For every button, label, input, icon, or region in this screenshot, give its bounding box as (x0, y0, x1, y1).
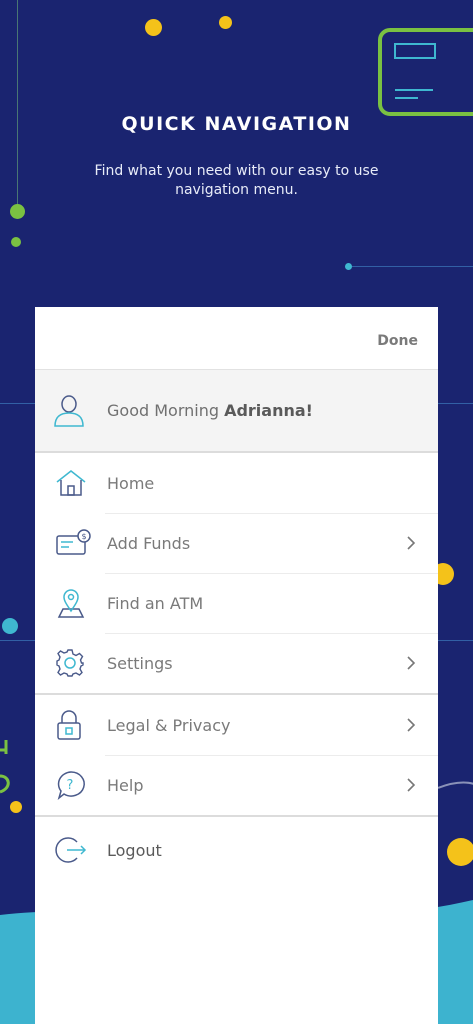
home-icon (35, 469, 105, 497)
lock-icon (35, 709, 105, 741)
menu-item-label: Find an ATM (107, 593, 204, 613)
menu-item-label: Home (107, 473, 155, 493)
svg-text:$: $ (82, 532, 87, 541)
yellow-dot (145, 19, 162, 36)
greeting-row: Good Morning Adrianna! (35, 369, 438, 453)
greeting-prefix: Good Morning (107, 401, 225, 420)
arc-decoration (438, 781, 473, 789)
teal-dot (345, 263, 352, 270)
svg-text:?: ? (67, 778, 74, 793)
done-button[interactable]: Done (377, 333, 418, 349)
navigation-menu: Done Good Morning Adrianna! Home $ Add F… (35, 307, 438, 1024)
menu-item-label: Add Funds (107, 533, 191, 553)
teal-line (352, 266, 473, 267)
user-icon (35, 394, 103, 428)
yellow-dot (219, 16, 232, 29)
card-icon (378, 28, 473, 116)
user-name: Adrianna! (224, 401, 313, 420)
help-icon: ? (35, 769, 105, 801)
logout-button[interactable]: Logout (35, 817, 438, 883)
greeting-text: Good Morning Adrianna! (103, 401, 313, 420)
logout-icon (35, 835, 105, 865)
menu-item-settings[interactable]: Settings (35, 633, 438, 693)
chevron-right-icon (396, 777, 438, 793)
menu-item-home[interactable]: Home (35, 453, 438, 513)
chevron-right-icon (396, 655, 438, 671)
chevron-right-icon (396, 535, 438, 551)
secondary-menu-section: Legal & Privacy ? Help (35, 695, 438, 817)
add-funds-icon: $ (35, 528, 105, 558)
menu-item-find-atm[interactable]: Find an ATM (35, 573, 438, 633)
green-dot (11, 237, 21, 247)
yellow-dot (10, 801, 22, 813)
map-pin-icon (35, 587, 105, 619)
menu-item-label: Legal & Privacy (107, 715, 231, 735)
green-dot (10, 204, 25, 219)
logout-label: Logout (107, 840, 162, 860)
menu-item-legal-privacy[interactable]: Legal & Privacy (35, 695, 438, 755)
menu-item-label: Settings (107, 653, 173, 673)
gear-icon (35, 648, 105, 678)
primary-menu-section: Home $ Add Funds Find an ATM Settings (35, 453, 438, 695)
menu-item-help[interactable]: ? Help (35, 755, 438, 815)
page-title: QUICK NAVIGATION (121, 113, 352, 135)
menu-item-add-funds[interactable]: $ Add Funds (35, 513, 438, 573)
menu-topbar: Done (35, 307, 438, 369)
page-subtitle: Find what you need with our easy to use … (94, 163, 379, 198)
menu-item-label: Help (107, 775, 144, 795)
green-line (17, 0, 18, 205)
teal-dot (2, 618, 18, 634)
chevron-right-icon (396, 717, 438, 733)
green-hook-icon (0, 740, 10, 794)
